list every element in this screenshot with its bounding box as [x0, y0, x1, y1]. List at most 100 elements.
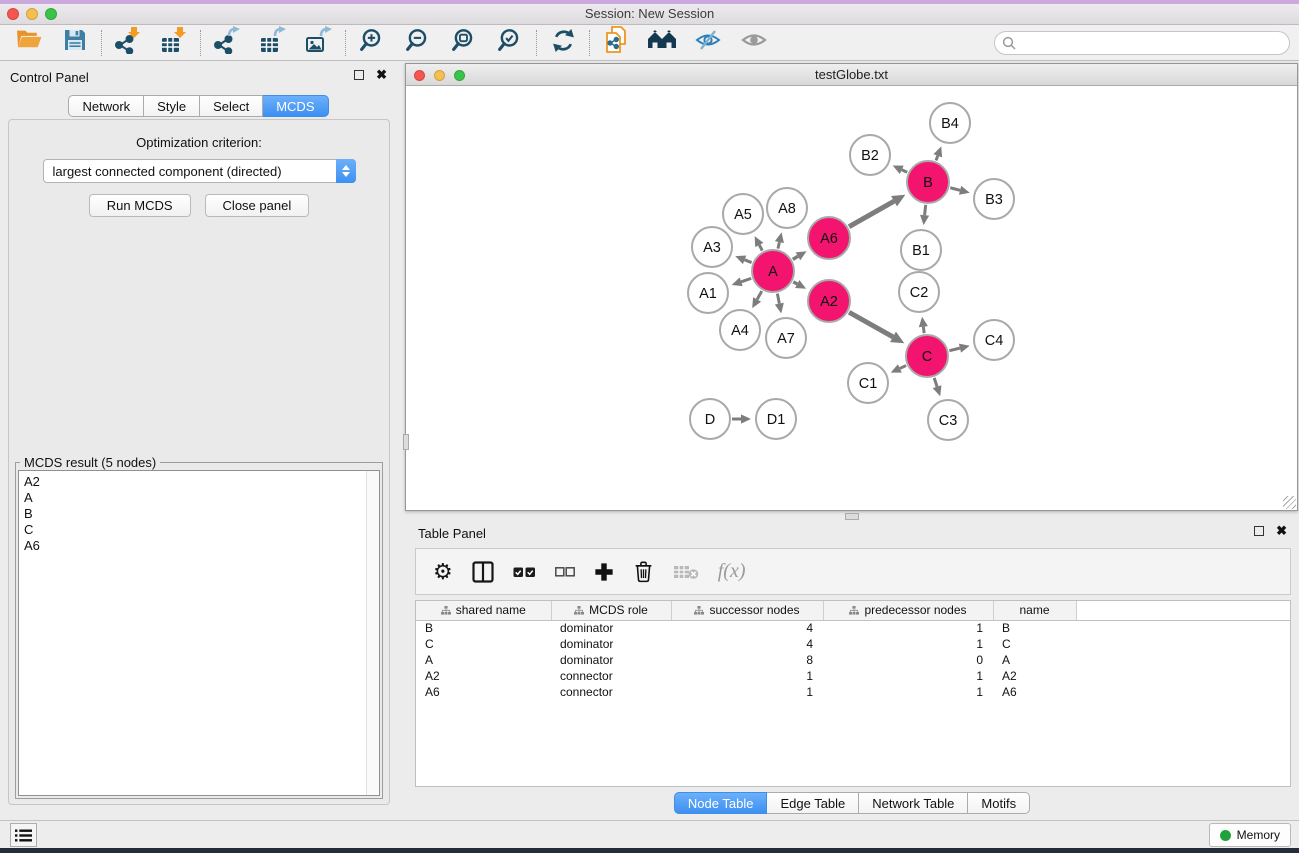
table-row[interactable]: Adominator80A — [416, 652, 1291, 668]
edge-D-D1[interactable] — [732, 414, 751, 423]
graph-node-C2[interactable]: C2 — [899, 272, 939, 312]
zoom-in-button[interactable] — [355, 28, 389, 58]
tab-mcds[interactable]: MCDS — [263, 95, 328, 117]
edge-C-C3[interactable] — [933, 378, 942, 396]
open-session-button[interactable] — [12, 28, 46, 58]
search-input[interactable] — [994, 31, 1290, 55]
export-image-button[interactable] — [302, 28, 336, 58]
clone-network-button[interactable] — [599, 28, 633, 58]
show-columns-button[interactable] — [472, 561, 494, 583]
edge-C-C4[interactable] — [949, 344, 969, 353]
resize-grip-icon[interactable] — [1283, 496, 1296, 509]
mcds-result-item[interactable]: A2 — [24, 474, 379, 490]
tab-edge-table[interactable]: Edge Table — [767, 792, 859, 814]
select-all-columns-button[interactable] — [513, 565, 536, 579]
cell-shared-name[interactable]: A2 — [416, 668, 551, 684]
table-row[interactable]: Cdominator41C — [416, 636, 1291, 652]
edge-A-A6[interactable] — [793, 251, 807, 260]
tab-select[interactable]: Select — [200, 95, 263, 117]
show-panels-button[interactable] — [10, 823, 37, 847]
graph-node-C4[interactable]: C4 — [974, 320, 1014, 360]
cell-name[interactable]: B — [993, 620, 1076, 636]
cell-successor-nodes[interactable]: 4 — [671, 636, 823, 652]
create-column-button[interactable] — [594, 562, 614, 582]
tab-motifs[interactable]: Motifs — [968, 792, 1030, 814]
mcds-result-list[interactable]: A2ABCA6 — [18, 470, 380, 796]
graph-node-B4[interactable]: B4 — [930, 103, 970, 143]
edge-B-B2[interactable] — [893, 166, 907, 174]
graph-node-A2[interactable]: A2 — [808, 280, 850, 322]
edge-A-A7[interactable] — [775, 294, 784, 314]
cell-MCDS-role[interactable]: dominator — [551, 636, 671, 652]
graph-node-C1[interactable]: C1 — [848, 363, 888, 403]
edge-B-B1[interactable] — [920, 205, 929, 225]
graph-node-A1[interactable]: A1 — [688, 273, 728, 313]
cell-name[interactable]: A — [993, 652, 1076, 668]
edge-A-A1[interactable] — [732, 277, 752, 286]
import-network-button[interactable] — [111, 28, 145, 58]
edge-B-B3[interactable] — [950, 186, 970, 195]
cell-predecessor-nodes[interactable]: 1 — [823, 684, 993, 700]
edge-A-A2[interactable] — [793, 280, 806, 289]
cell-shared-name[interactable]: A6 — [416, 684, 551, 700]
edge-A2-C[interactable] — [849, 312, 904, 343]
column-header-name[interactable]: name — [993, 601, 1076, 620]
cell-shared-name[interactable]: A — [416, 652, 551, 668]
graph-node-A3[interactable]: A3 — [692, 227, 732, 267]
graph-node-A5[interactable]: A5 — [723, 194, 763, 234]
column-header-shared-name[interactable]: shared name — [416, 601, 551, 620]
table-row[interactable]: A6connector11A6 — [416, 684, 1291, 700]
graph-node-D1[interactable]: D1 — [756, 399, 796, 439]
delete-table-button-disabled[interactable] — [673, 562, 699, 582]
zoom-selected-button[interactable] — [493, 28, 527, 58]
cell-shared-name[interactable]: B — [416, 620, 551, 636]
cell-MCDS-role[interactable]: connector — [551, 684, 671, 700]
graph-node-C[interactable]: C — [906, 335, 948, 377]
network-window-titlebar[interactable]: testGlobe.txt — [406, 64, 1297, 86]
mcds-result-item[interactable]: C — [24, 522, 379, 538]
table-row[interactable]: A2connector11A2 — [416, 668, 1291, 684]
graph-node-B[interactable]: B — [907, 161, 949, 203]
edge-C-C2[interactable] — [919, 317, 928, 333]
cell-predecessor-nodes[interactable]: 1 — [823, 668, 993, 684]
edge-A-A3[interactable] — [735, 256, 751, 265]
zoom-out-button[interactable] — [401, 28, 435, 58]
cell-successor-nodes[interactable]: 1 — [671, 684, 823, 700]
export-table-button[interactable] — [256, 28, 290, 58]
table-row[interactable]: Bdominator41B — [416, 620, 1291, 636]
graph-node-B2[interactable]: B2 — [850, 135, 890, 175]
graph-node-C3[interactable]: C3 — [928, 400, 968, 440]
cell-MCDS-role[interactable]: dominator — [551, 652, 671, 668]
mcds-result-item[interactable]: B — [24, 506, 379, 522]
cell-successor-nodes[interactable]: 4 — [671, 620, 823, 636]
cell-predecessor-nodes[interactable]: 0 — [823, 652, 993, 668]
edge-A6-B[interactable] — [849, 195, 905, 227]
graph-node-B3[interactable]: B3 — [974, 179, 1014, 219]
tab-network-table[interactable]: Network Table — [859, 792, 968, 814]
column-header-predecessor-nodes[interactable]: predecessor nodes — [823, 601, 993, 620]
graph-node-A8[interactable]: A8 — [767, 188, 807, 228]
column-header-MCDS-role[interactable]: MCDS role — [551, 601, 671, 620]
graph-node-A[interactable]: A — [752, 250, 794, 292]
cell-shared-name[interactable]: C — [416, 636, 551, 652]
cell-predecessor-nodes[interactable]: 1 — [823, 636, 993, 652]
float-table-panel-icon[interactable] — [1254, 526, 1264, 536]
criterion-dropdown[interactable]: largest connected component (directed) — [43, 159, 356, 183]
hide-eye-button[interactable] — [691, 28, 725, 58]
mcds-result-item[interactable]: A — [24, 490, 379, 506]
run-mcds-button[interactable]: Run MCDS — [89, 194, 191, 217]
table-settings-button[interactable]: ⚙ — [433, 561, 453, 583]
node-table[interactable]: shared nameMCDS rolesuccessor nodesprede… — [415, 600, 1291, 787]
unselect-all-columns-button[interactable] — [555, 566, 575, 578]
edge-A-A5[interactable] — [755, 236, 764, 251]
cell-name[interactable]: A6 — [993, 684, 1076, 700]
import-table-button[interactable] — [157, 28, 191, 58]
float-panel-icon[interactable] — [354, 70, 364, 80]
edge-A-A8[interactable] — [775, 232, 784, 248]
edge-C-C1[interactable] — [891, 364, 906, 372]
graph-node-B1[interactable]: B1 — [901, 230, 941, 270]
memory-button[interactable]: Memory — [1209, 823, 1291, 847]
cell-successor-nodes[interactable]: 8 — [671, 652, 823, 668]
edge-B-B4[interactable] — [933, 146, 942, 160]
column-header-successor-nodes[interactable]: successor nodes — [671, 601, 823, 620]
